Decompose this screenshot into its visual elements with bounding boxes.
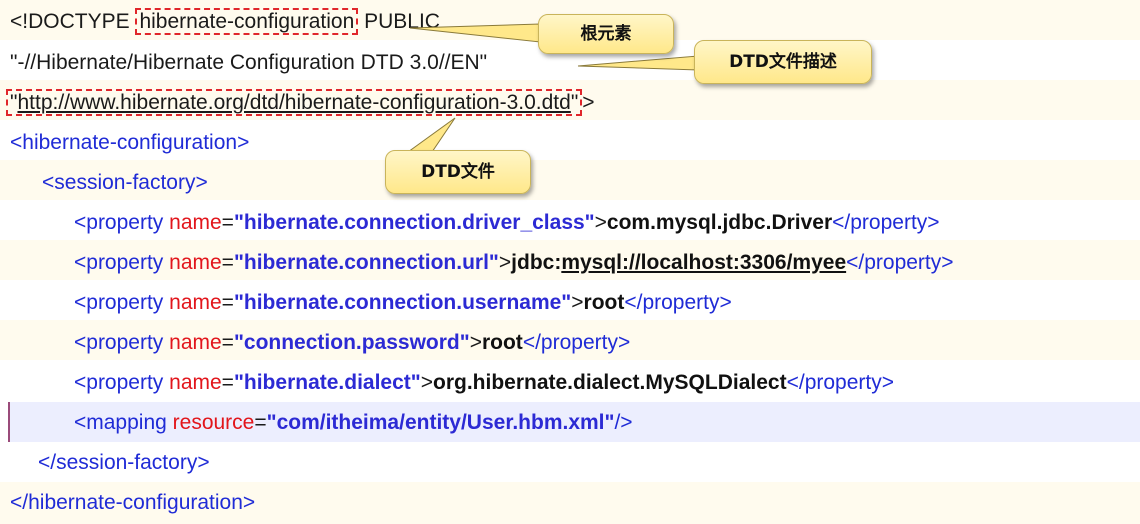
callout-pointers [406,23,699,153]
code-screenshot: <!DOCTYPE hibernate-configuration PUBLIC… [0,0,1140,524]
callout-dtd-file: DTD文件 [385,150,531,194]
dtd-file-pointer [406,117,456,153]
dtd-description-pointer [577,55,699,71]
root-callout-pointer [409,23,541,43]
callout-dtd-description: DTD文件描述 [694,40,872,84]
callout-root-element: 根元素 [538,14,674,54]
